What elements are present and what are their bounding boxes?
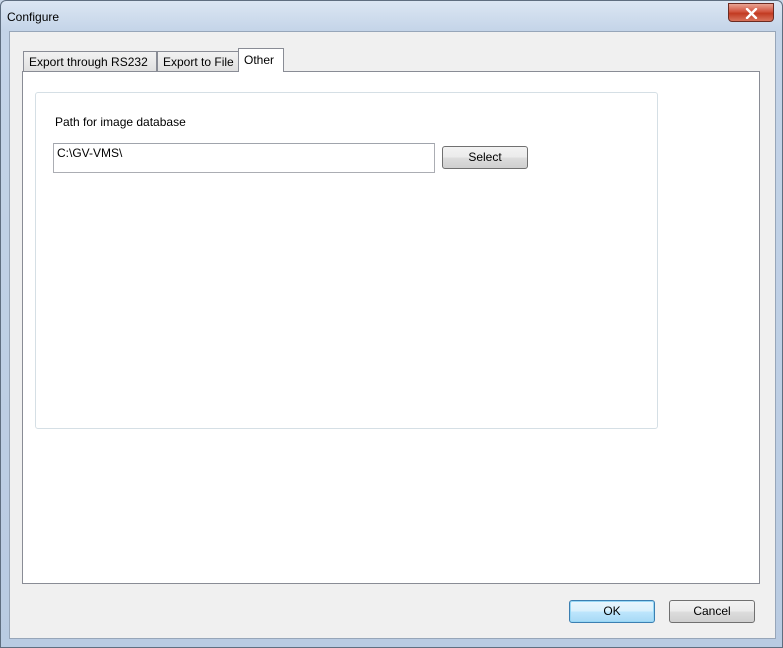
title-bar[interactable]: Configure [1, 1, 782, 31]
path-label: Path for image database [55, 115, 186, 129]
cancel-button[interactable]: Cancel [669, 600, 755, 623]
dialog-body: Export through RS232 Export to File Othe… [9, 31, 776, 639]
path-group: Path for image database Select [35, 92, 658, 429]
tab-other[interactable]: Other [238, 48, 284, 72]
configure-dialog: Configure Export through RS232 Export to… [0, 0, 783, 648]
tab-panel-other: Path for image database Select [22, 71, 760, 584]
ok-button[interactable]: OK [569, 600, 655, 623]
tab-export-rs232[interactable]: Export through RS232 [23, 51, 157, 71]
path-input[interactable] [53, 143, 435, 173]
tab-export-to-file[interactable]: Export to File [157, 51, 239, 71]
select-button[interactable]: Select [442, 146, 528, 169]
window-title: Configure [7, 10, 60, 24]
close-button[interactable] [728, 3, 774, 22]
close-icon [745, 8, 758, 19]
